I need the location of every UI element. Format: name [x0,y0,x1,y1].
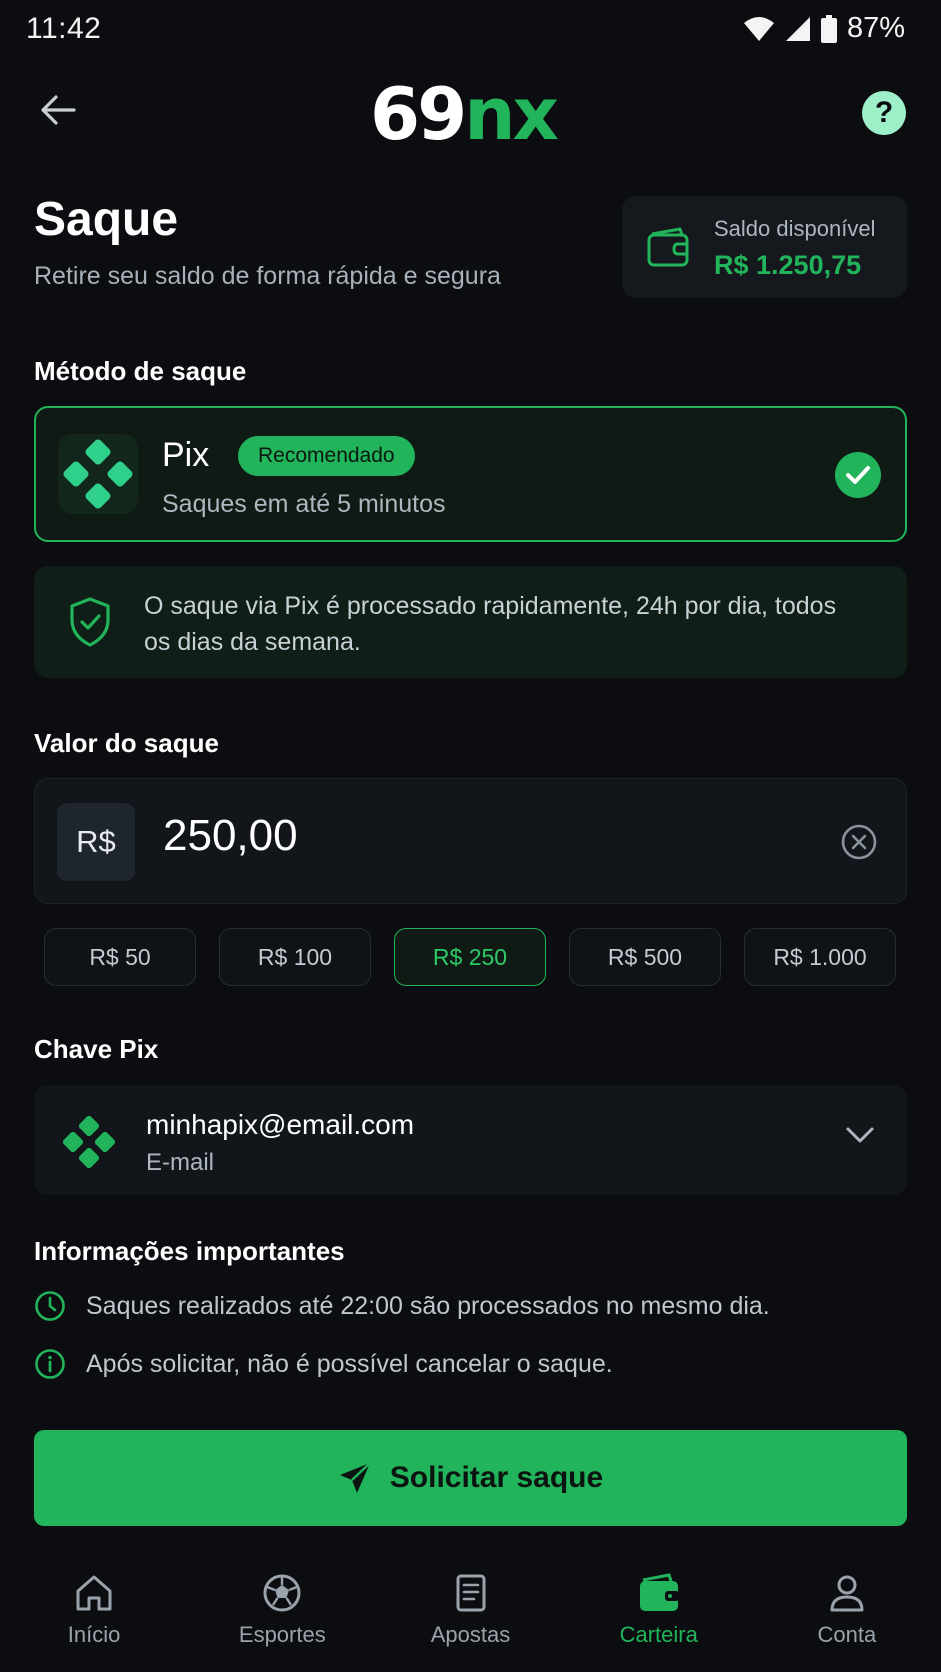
back-button[interactable] [36,88,80,132]
clear-icon[interactable] [840,823,878,861]
brand-logo: 69 nx [370,72,559,156]
pix-key-type: E-mail [146,1149,215,1176]
page-title: Saque [34,193,179,246]
bottom-nav: Início Esportes Apostas Carteira Conta [0,1560,941,1672]
balance-label: Saldo disponível [714,216,876,241]
amount-input[interactable]: R$ 250,00 [34,778,907,904]
nav-item-apostas[interactable]: Apostas [376,1560,564,1672]
amount-chip-50[interactable]: R$ 50 [44,928,196,986]
arrow-left-icon [41,95,76,125]
pix-icon [62,1115,116,1169]
help-button[interactable]: ? [862,91,906,135]
info-text-cancel: Após solicitar, não é possível cancelar … [86,1349,613,1378]
signal-icon [785,16,810,41]
info-text-time: Saques realizados até 22:00 são processa… [86,1291,770,1320]
nav-label-apostas: Apostas [430,1622,511,1647]
battery-percent: 87% [846,12,905,44]
battery-icon [820,14,837,43]
pix-key-section-title: Chave Pix [34,1034,159,1064]
recommended-badge: Recomendado [238,436,415,476]
pix-info-text: O saque via Pix é processado rapidamente… [144,592,837,656]
user-icon [830,1575,864,1612]
home-icon [76,1575,112,1611]
amount-chip-500[interactable]: R$ 500 [569,928,721,986]
pix-icon [63,439,133,509]
nav-item-esportes[interactable]: Esportes [188,1560,376,1672]
pix-key-value: minhapix@email.com [146,1109,415,1140]
info-icon [35,1349,65,1379]
method-section-title: Método de saque [34,356,247,386]
pix-info-banner: O saque via Pix é processado rapidamente… [34,566,907,678]
amount-section-title: Valor do saque [34,728,219,758]
status-icons: 87% [743,12,905,45]
info-item-time: Saques realizados até 22:00 são processa… [34,1290,770,1322]
nav-item-inicio[interactable]: Início [0,1560,188,1672]
nav-item-conta[interactable]: Conta [753,1560,941,1672]
send-icon [339,1462,371,1493]
currency-prefix: R$ [57,803,135,881]
wifi-icon [743,16,774,41]
nav-item-carteira[interactable]: Carteira [565,1560,753,1672]
chevron-down-icon [846,1127,874,1143]
amount-value[interactable]: 250,00 [163,811,298,861]
bet-slip-icon [456,1574,485,1612]
method-description: Saques em até 5 minutos [162,490,446,518]
request-withdrawal-button[interactable]: Solicitar saque [34,1430,907,1526]
page-subtitle: Retire seu saldo de forma rápida e segur… [34,262,501,290]
question-icon: ? [874,96,894,129]
nav-label-inicio: Início [67,1622,121,1647]
logo-text-1: 69 [370,72,467,156]
pix-logo-box [58,434,138,514]
balance-card: Saldo disponível R$ 1.250,75 [622,196,907,298]
logo-text-2: nx [464,72,559,156]
selected-check-icon [835,452,881,498]
info-item-cancel: Após solicitar, não é possível cancelar … [34,1348,613,1380]
nav-label-conta: Conta [817,1622,877,1647]
pix-key-select[interactable]: minhapix@email.com E-mail [34,1085,907,1195]
method-name: Pix [162,436,210,474]
important-info-title: Informações importantes [34,1236,345,1266]
pix-method-option[interactable]: Pix Recomendado Saques em até 5 minutos [34,406,907,542]
amount-chip-1000[interactable]: R$ 1.000 [744,928,896,986]
request-withdrawal-label: Solicitar saque [389,1461,604,1494]
balance-value: R$ 1.250,75 [714,250,862,280]
clock-icon [35,1291,65,1321]
wallet-icon [647,227,689,267]
nav-label-esportes: Esportes [238,1622,326,1647]
shield-check-icon [70,597,110,647]
status-time: 11:42 [26,12,102,45]
soccer-ball-icon [263,1574,301,1612]
nav-label-carteira: Carteira [619,1622,698,1647]
amount-chip-250[interactable]: R$ 250 [394,928,546,986]
wallet-icon [639,1573,679,1611]
amount-chip-100[interactable]: R$ 100 [219,928,371,986]
